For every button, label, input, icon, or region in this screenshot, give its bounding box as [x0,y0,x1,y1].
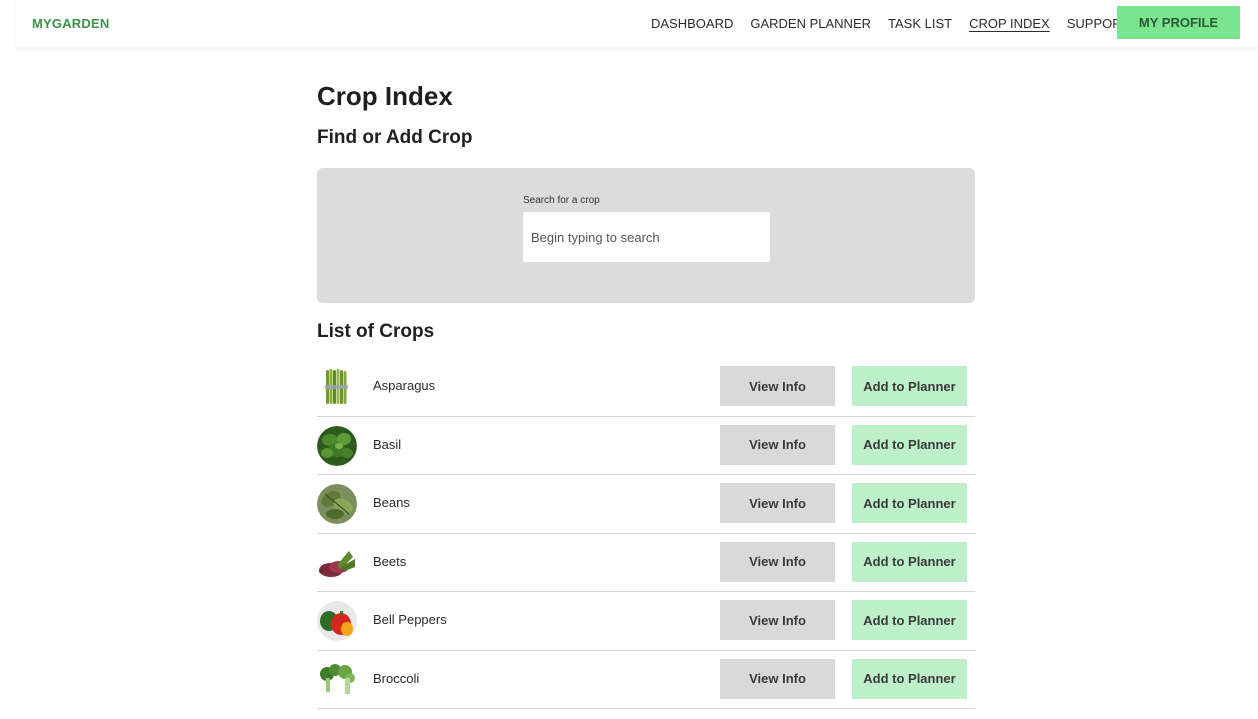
beans-icon [317,484,357,524]
crop-name: Broccoli [373,670,420,686]
asparagus-icon [317,367,357,407]
nav-link-dashboard[interactable]: DASHBOARD [651,16,733,31]
add-to-planner-button[interactable]: Add to Planner [852,658,967,699]
crop-name: Bell Peppers [373,612,447,627]
beets-icon [317,542,357,583]
add-to-planner-button[interactable]: Add to Planner [852,483,967,523]
crop-row: Broccoli View Info Add to Planner [317,651,975,709]
crop-row: Beets View Info Add to Planner [317,534,975,592]
add-to-planner-button[interactable]: Add to Planner [852,541,967,582]
nav-link-crop-index[interactable]: CROP INDEX [969,16,1050,31]
add-to-planner-button[interactable]: Add to Planner [852,366,967,406]
view-info-button[interactable]: View Info [720,600,835,640]
my-profile-button[interactable]: MY PROFILE [1117,6,1240,39]
add-to-planner-button[interactable]: Add to Planner [852,424,967,465]
crop-row: Beans View Info Add to Planner [317,475,975,534]
crop-name: Beans [373,495,410,510]
crop-row: Asparagus View Info Add to Planner [317,358,975,417]
view-info-button[interactable]: View Info [720,658,835,699]
broccoli-icon [317,659,357,700]
add-to-planner-button[interactable]: Add to Planner [852,600,967,640]
main-content: Crop Index Find or Add Crop Search for a… [317,80,975,709]
basil-icon [317,425,357,466]
page-title: Crop Index [317,81,453,111]
crop-name: Beets [373,553,407,569]
crop-row: Bell Peppers View Info Add to Planner [317,592,975,651]
nav-links: DASHBOARD GARDEN PLANNER TASK LIST CROP … [651,16,1129,31]
crop-list: Asparagus View Info Add to Planner Basil… [317,358,975,709]
search-label: Search for a crop [523,195,600,206]
crop-search-input[interactable] [523,212,770,262]
find-add-crop-heading: Find or Add Crop [317,127,473,148]
view-info-button[interactable]: View Info [720,424,835,465]
nav-link-garden-planner[interactable]: GARDEN PLANNER [750,16,871,31]
list-of-crops-heading: List of Crops [317,321,435,342]
top-navbar: MYGARDEN DASHBOARD GARDEN PLANNER TASK L… [16,0,1258,47]
crop-row: Basil View Info Add to Planner [317,417,975,475]
search-panel: Search for a crop [317,168,975,303]
brand-logo[interactable]: MYGARDEN [32,16,109,31]
view-info-button[interactable]: View Info [720,366,835,406]
bell-peppers-icon [317,601,357,641]
view-info-button[interactable]: View Info [720,541,835,582]
nav-link-task-list[interactable]: TASK LIST [888,16,952,31]
view-info-button[interactable]: View Info [720,483,835,523]
crop-name: Asparagus [373,378,436,393]
crop-name: Basil [373,436,402,452]
